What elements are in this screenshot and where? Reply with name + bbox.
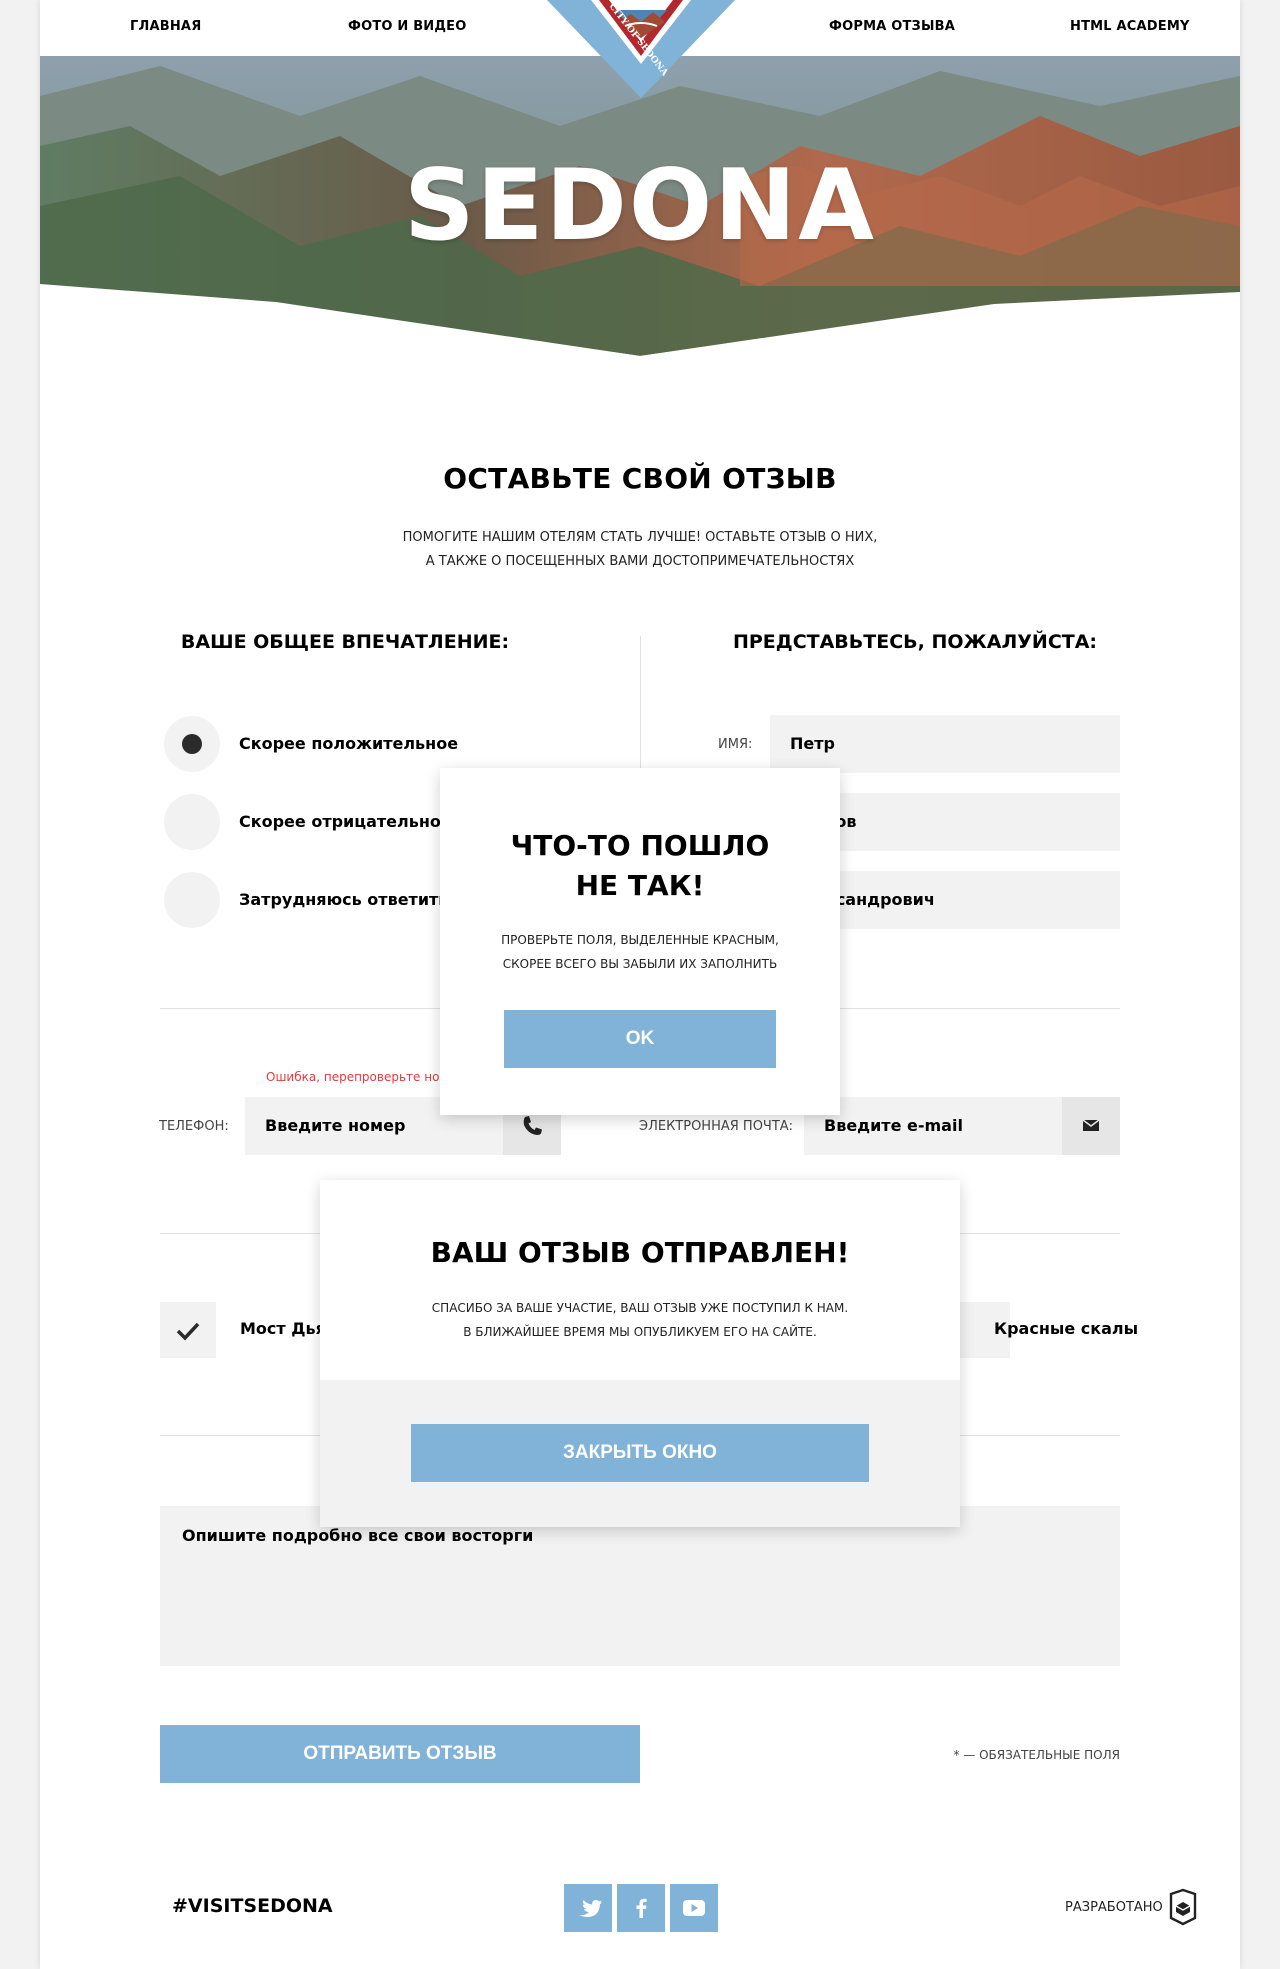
impression-label-undecided[interactable]: Затрудняюсь ответить — [239, 890, 448, 909]
submit-review-button[interactable]: ОТПРАВИТЬ ОТЗЫВ — [160, 1725, 640, 1783]
error-modal-title-line-1: ЧТО-ТО ПОШЛО — [510, 829, 770, 862]
phone-label: ТЕЛЕФОН: — [159, 1119, 229, 1134]
city-of-sedona-logo[interactable]: CITY OF SEDONA — [547, 0, 735, 98]
place-label-red-rocks[interactable]: Красные скалы — [994, 1319, 1138, 1338]
email-icon — [1062, 1097, 1120, 1155]
required-fields-note: * — ОБЯЗАТЕЛЬНЫЕ ПОЛЯ — [953, 1748, 1120, 1762]
nav-item-home[interactable]: ГЛАВНАЯ — [130, 19, 201, 34]
impression-radio-undecided[interactable] — [164, 872, 220, 928]
hero-banner: SEDONA — [40, 56, 1240, 356]
nav-item-photo-video[interactable]: ФОТО И ВИДЕО — [348, 19, 467, 34]
nav-item-feedback-form[interactable]: ФОРМА ОТЗЫВА — [829, 19, 955, 34]
success-modal-text-line-2: В БЛИЖАЙШЕЕ ВРЕМЯ МЫ ОПУБЛИКУЕМ ЕГО НА С… — [463, 1325, 817, 1339]
facebook-button[interactable] — [617, 1884, 665, 1932]
phone-error-message: Ошибка, перепроверьте номер — [266, 1070, 464, 1084]
impression-label-positive[interactable]: Скорее положительное — [239, 734, 458, 753]
youtube-icon — [683, 1900, 705, 1916]
success-modal-text: СПАСИБО ЗА ВАШЕ УЧАСТИЕ, ВАШ ОТЗЫВ УЖЕ П… — [320, 1296, 960, 1344]
success-modal-footer: ЗАКРЫТЬ ОКНО — [320, 1380, 960, 1527]
page-subtitle: ПОМОГИТЕ НАШИМ ОТЕЛЯМ СТАТЬ ЛУЧШЕ! ОСТАВ… — [40, 526, 1240, 574]
intro-title: ПРЕДСТАВЬТЕСЬ, ПОЖАЛУЙСТА: — [732, 631, 1098, 653]
success-modal-title: ВАШ ОТЗЫВ ОТПРАВЛЕН! — [430, 1236, 850, 1269]
impression-title: ВАШЕ ОБЩЕЕ ВПЕЧАТЛЕНИЕ: — [180, 631, 510, 653]
hero-title: SEDONA — [403, 149, 877, 263]
twitter-icon — [579, 1900, 602, 1917]
error-modal-title: ЧТО-ТО ПОШЛО НЕ ТАК! — [440, 826, 840, 906]
success-modal: ВАШ ОТЗЫВ ОТПРАВЛЕН! СПАСИБО ЗА ВАШЕ УЧА… — [320, 1180, 960, 1527]
place-checkbox-devils-bridge[interactable] — [160, 1302, 216, 1358]
email-label: ЭЛЕКТРОННАЯ ПОЧТА: — [639, 1119, 794, 1134]
facebook-icon — [636, 1898, 647, 1918]
page-subtitle-line-2: А ТАКЖЕ О ПОСЕЩЕННЫХ ВАМИ ДОСТОПРИМЕЧАТЕ… — [425, 554, 855, 569]
youtube-button[interactable] — [670, 1884, 718, 1932]
html-academy-logo-icon[interactable] — [1168, 1888, 1198, 1926]
error-modal-title-line-2: НЕ ТАК! — [575, 869, 705, 902]
name-field[interactable]: Петр — [770, 715, 1120, 773]
footer-hashtag: #VISITSEDONA — [172, 1895, 333, 1917]
name-label: ИМЯ: — [718, 737, 753, 752]
error-modal: ЧТО-ТО ПОШЛО НЕ ТАК! ПРОВЕРЬТЕ ПОЛЯ, ВЫД… — [440, 768, 840, 1115]
impression-radio-negative[interactable] — [164, 794, 220, 850]
impression-radio-positive[interactable] — [164, 716, 220, 772]
error-modal-text: ПРОВЕРЬТЕ ПОЛЯ, ВЫДЕЛЕННЫЕ КРАСНЫМ, СКОР… — [440, 928, 840, 976]
page-subtitle-line-1: ПОМОГИТЕ НАШИМ ОТЕЛЯМ СТАТЬ ЛУЧШЕ! ОСТАВ… — [402, 530, 878, 545]
comment-textarea[interactable]: Опишите подробно все свои восторги — [160, 1506, 1120, 1666]
error-modal-text-line-1: ПРОВЕРЬТЕ ПОЛЯ, ВЫДЕЛЕННЫЕ КРАСНЫМ, — [501, 933, 779, 947]
error-modal-text-line-2: СКОРЕЕ ВСЕГО ВЫ ЗАБЫЛИ ИХ ЗАПОЛНИТЬ — [502, 957, 778, 971]
nav-item-html-academy[interactable]: HTML ACADEMY — [1070, 19, 1190, 34]
close-modal-button[interactable]: ЗАКРЫТЬ ОКНО — [411, 1424, 869, 1482]
email-field[interactable]: Введите e-mail — [804, 1097, 1062, 1155]
developed-by-label: РАЗРАБОТАНО — [1065, 1900, 1163, 1915]
radio-selected-dot — [182, 734, 202, 754]
error-modal-ok-button[interactable]: OK — [504, 1010, 776, 1068]
page: ГЛАВНАЯ ФОТО И ВИДЕО ФОРМА ОТЗЫВА HTML A… — [40, 0, 1240, 1969]
impression-label-negative[interactable]: Скорее отрицательное — [239, 812, 452, 831]
column-divider — [640, 636, 641, 770]
twitter-button[interactable] — [564, 1884, 612, 1932]
page-title: ОСТАВЬТЕ СВОЙ ОТЗЫВ — [443, 462, 837, 495]
success-modal-text-line-1: СПАСИБО ЗА ВАШЕ УЧАСТИЕ, ВАШ ОТЗЫВ УЖЕ П… — [431, 1301, 849, 1315]
